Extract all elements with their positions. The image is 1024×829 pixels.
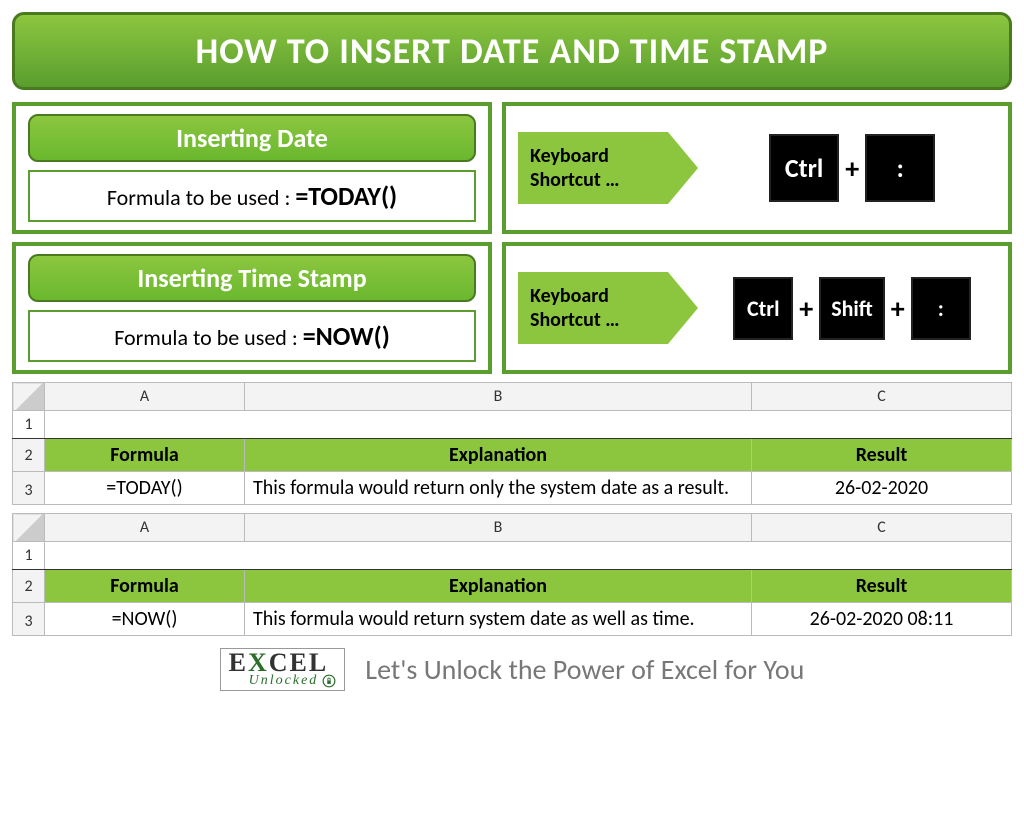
row-header-1: 1 bbox=[13, 542, 45, 570]
cell-formula: =TODAY() bbox=[45, 472, 245, 505]
shortcut-label-arrow: Keyboard Shortcut … bbox=[518, 272, 668, 344]
date-right-panel: Keyboard Shortcut … Ctrl + : bbox=[502, 102, 1012, 234]
th-formula: Formula bbox=[45, 570, 245, 603]
cell-explanation: This formula would return system date as… bbox=[245, 603, 752, 636]
time-right-panel: Keyboard Shortcut … Ctrl + Shift + : bbox=[502, 242, 1012, 374]
th-formula: Formula bbox=[45, 439, 245, 472]
col-header-a: A bbox=[45, 383, 245, 411]
lock-icon bbox=[322, 674, 336, 688]
formula-label: Formula to be used : bbox=[114, 324, 302, 351]
plus-icon: + bbox=[845, 151, 859, 186]
brand-logo: EXCEL Unlocked bbox=[220, 648, 346, 691]
cell-formula: =NOW() bbox=[45, 603, 245, 636]
key-colon: : bbox=[911, 277, 971, 340]
brand-bottom: Unlocked bbox=[249, 674, 337, 688]
key-ctrl: Ctrl bbox=[733, 277, 793, 340]
page-title: HOW TO INSERT DATE AND TIME STAMP bbox=[12, 12, 1012, 90]
row-header-2: 2 bbox=[13, 439, 45, 472]
excel-table-today: A B C 1 2 Formula Explanation Result 3 =… bbox=[12, 382, 1012, 505]
cell-explanation: This formula would return only the syste… bbox=[245, 472, 752, 505]
col-header-c: C bbox=[752, 514, 1012, 542]
col-header-a: A bbox=[45, 514, 245, 542]
empty-cell bbox=[45, 411, 1012, 439]
col-header-c: C bbox=[752, 383, 1012, 411]
corner-cell bbox=[13, 514, 45, 542]
formula-label: Formula to be used : bbox=[107, 184, 295, 211]
th-explanation: Explanation bbox=[245, 439, 752, 472]
row-header-1: 1 bbox=[13, 411, 45, 439]
section-date: Inserting Date Formula to be used : =TOD… bbox=[12, 102, 1012, 234]
formula-text: =NOW() bbox=[303, 320, 390, 352]
date-shortcut-keys: Ctrl + : bbox=[708, 134, 996, 202]
plus-icon: + bbox=[891, 291, 905, 326]
formula-text: =TODAY() bbox=[295, 180, 397, 212]
footer-tagline: Let's Unlock the Power of Excel for You bbox=[365, 652, 804, 687]
th-explanation: Explanation bbox=[245, 570, 752, 603]
shortcut-label-arrow: Keyboard Shortcut … bbox=[518, 132, 668, 204]
th-result: Result bbox=[752, 570, 1012, 603]
section-time: Inserting Time Stamp Formula to be used … bbox=[12, 242, 1012, 374]
key-ctrl: Ctrl bbox=[769, 134, 839, 202]
brand-top: EXCEL bbox=[229, 651, 337, 674]
excel-table-now: A B C 1 2 Formula Explanation Result 3 =… bbox=[12, 513, 1012, 636]
key-shift: Shift bbox=[819, 277, 885, 340]
col-header-b: B bbox=[245, 514, 752, 542]
cell-result: 26-02-2020 bbox=[752, 472, 1012, 505]
row-header-3: 3 bbox=[13, 603, 45, 636]
date-formula-box: Formula to be used : =TODAY() bbox=[28, 170, 476, 222]
key-colon: : bbox=[865, 134, 935, 202]
col-header-b: B bbox=[245, 383, 752, 411]
date-left-panel: Inserting Date Formula to be used : =TOD… bbox=[12, 102, 492, 234]
date-header: Inserting Date bbox=[28, 114, 476, 162]
brand-bot-text: Unlocked bbox=[249, 675, 319, 688]
plus-icon: + bbox=[799, 291, 813, 326]
row-header-3: 3 bbox=[13, 472, 45, 505]
empty-cell bbox=[45, 542, 1012, 570]
th-result: Result bbox=[752, 439, 1012, 472]
cell-result: 26-02-2020 08:11 bbox=[752, 603, 1012, 636]
time-shortcut-keys: Ctrl + Shift + : bbox=[708, 277, 996, 340]
footer: EXCEL Unlocked Let's Unlock the Power of… bbox=[12, 648, 1012, 691]
corner-cell bbox=[13, 383, 45, 411]
time-header: Inserting Time Stamp bbox=[28, 254, 476, 302]
time-left-panel: Inserting Time Stamp Formula to be used … bbox=[12, 242, 492, 374]
row-header-2: 2 bbox=[13, 570, 45, 603]
time-formula-box: Formula to be used : =NOW() bbox=[28, 310, 476, 362]
